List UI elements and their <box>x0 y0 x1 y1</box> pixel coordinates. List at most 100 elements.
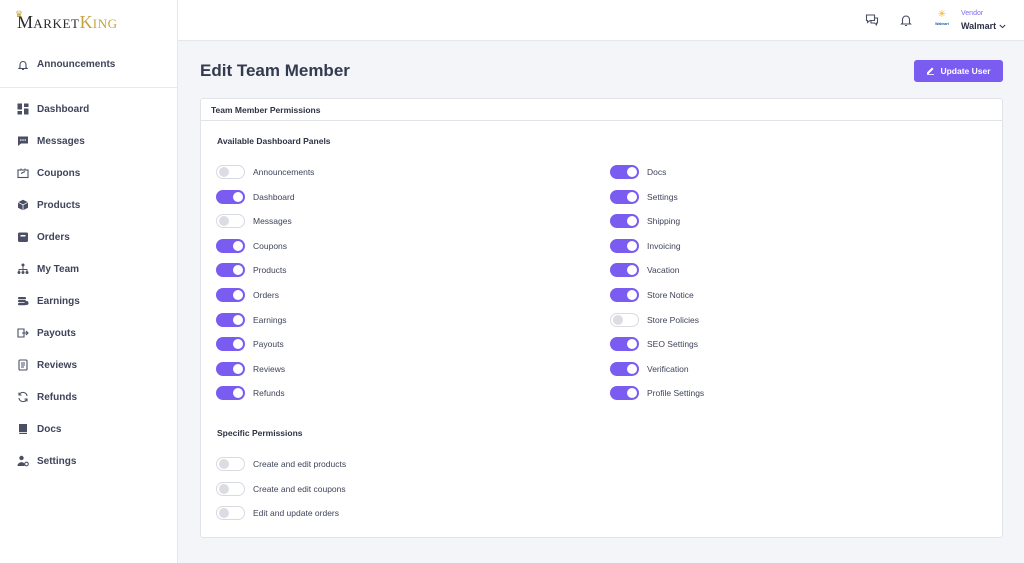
coupons-toggle[interactable] <box>216 238 245 253</box>
toggle-knob <box>219 167 229 177</box>
create-and-edit-coupons-toggle[interactable] <box>216 481 245 496</box>
panel-reviews[interactable]: Reviews <box>216 361 285 376</box>
toggle-knob <box>233 191 243 202</box>
panel-shipping[interactable]: Shipping <box>610 214 680 229</box>
chevron-down-icon <box>999 21 1006 31</box>
earnings-toggle[interactable] <box>216 312 245 327</box>
edit-and-update-orders-toggle[interactable] <box>216 506 245 521</box>
settings-toggle[interactable] <box>610 189 639 204</box>
earnings-label: Earnings <box>253 314 287 325</box>
top-bar: ✳ Walmart Vendor Walmart <box>178 0 1024 41</box>
coupons-label: Coupons <box>253 240 288 251</box>
panel-refunds[interactable]: Refunds <box>216 386 285 401</box>
panel-announcements[interactable]: Announcements <box>216 165 314 179</box>
invoicing-toggle[interactable] <box>610 238 639 253</box>
bell-icon[interactable] <box>899 13 913 27</box>
toggle-knob <box>627 265 637 276</box>
toggle-knob <box>233 314 243 325</box>
payouts-toggle[interactable] <box>216 337 245 352</box>
sidebar-item-dashboard[interactable]: Dashboard <box>0 93 177 125</box>
toggle-knob <box>233 363 243 374</box>
panel-verification[interactable]: Verification <box>610 361 689 376</box>
panel-orders[interactable]: Orders <box>216 288 279 302</box>
panel-coupons[interactable]: Coupons <box>216 238 288 253</box>
shipping-toggle[interactable] <box>610 214 639 229</box>
permissions-card: Team Member Permissions Available Dashbo… <box>200 98 1003 538</box>
seo-settings-label: SEO Settings <box>647 339 699 350</box>
sidebar-item-messages[interactable]: Messages <box>0 125 177 157</box>
edit-and-update-orders-label: Edit and update orders <box>253 508 340 519</box>
messages-toggle[interactable] <box>216 214 245 229</box>
payouts-label: Payouts <box>253 339 284 350</box>
sidebar-item-payouts[interactable]: Payouts <box>0 317 177 349</box>
toggle-knob <box>233 290 243 300</box>
store-policies-label: Store Policies <box>647 314 699 325</box>
chat-icon <box>16 135 29 148</box>
vendor-name: Walmart <box>961 21 997 31</box>
announcements-toggle[interactable] <box>216 165 245 179</box>
toggle-knob <box>627 216 637 227</box>
user-gear-icon <box>16 455 29 468</box>
store-notice-toggle[interactable] <box>610 288 639 302</box>
seo-settings-toggle[interactable] <box>610 337 639 352</box>
panel-dashboard[interactable]: Dashboard <box>216 189 295 204</box>
toggle-knob <box>627 363 637 374</box>
toggle-knob <box>219 483 229 494</box>
update-user-button[interactable]: Update User <box>914 60 1003 82</box>
specific-section-title: Specific Permissions <box>217 428 303 438</box>
permission-create-and-edit-coupons[interactable]: Create and edit coupons <box>216 481 346 496</box>
sidebar-item-refunds[interactable]: Refunds <box>0 381 177 413</box>
store-policies-toggle[interactable] <box>610 312 639 327</box>
products-toggle[interactable] <box>216 263 245 278</box>
chat-bubbles-icon[interactable] <box>865 13 879 27</box>
panel-docs[interactable]: Docs <box>610 165 666 179</box>
vacation-toggle[interactable] <box>610 263 639 278</box>
panel-vacation[interactable]: Vacation <box>610 263 679 278</box>
panel-settings[interactable]: Settings <box>610 189 678 204</box>
verification-toggle[interactable] <box>610 361 639 376</box>
dashboard-toggle[interactable] <box>216 189 245 204</box>
panel-seo-settings[interactable]: SEO Settings <box>610 337 699 352</box>
panel-payouts[interactable]: Payouts <box>216 337 284 352</box>
sidebar-item-settings[interactable]: Settings <box>0 445 177 477</box>
toggle-knob <box>627 290 637 300</box>
update-user-label: Update User <box>940 66 991 76</box>
panel-profile-settings[interactable]: Profile Settings <box>610 386 704 401</box>
sidebar-item-orders[interactable]: Orders <box>0 221 177 253</box>
toggle-knob <box>627 191 637 202</box>
bell-icon <box>16 58 29 71</box>
refunds-toggle[interactable] <box>216 386 245 401</box>
toggle-knob <box>233 388 243 399</box>
toggle-knob <box>219 216 229 227</box>
reviews-toggle[interactable] <box>216 361 245 376</box>
vendor-avatar[interactable]: ✳ Walmart <box>933 10 951 30</box>
vendor-menu[interactable]: Walmart <box>961 21 1006 31</box>
sidebar-item-announcements[interactable]: Announcements <box>0 42 177 88</box>
sidebar-item-coupons[interactable]: Coupons <box>0 157 177 189</box>
panels-section-title: Available Dashboard Panels <box>217 136 331 146</box>
sidebar-item-products[interactable]: Products <box>0 189 177 221</box>
permission-create-and-edit-products[interactable]: Create and edit products <box>216 457 346 471</box>
store-notice-label: Store Notice <box>647 290 694 300</box>
docs-label: Docs <box>647 167 667 177</box>
sidebar: ♛ MARKETKING Announcements Dashboard Mes… <box>0 0 178 563</box>
sidebar-item-earnings[interactable]: Earnings <box>0 285 177 317</box>
panel-products[interactable]: Products <box>216 263 287 278</box>
toggle-knob <box>219 459 229 469</box>
create-and-edit-products-toggle[interactable] <box>216 457 245 471</box>
brand-logo[interactable]: ♛ MARKETKING <box>0 0 177 42</box>
panel-messages[interactable]: Messages <box>216 214 292 229</box>
orders-toggle[interactable] <box>216 288 245 302</box>
team-icon <box>16 263 29 276</box>
permission-edit-and-update-orders[interactable]: Edit and update orders <box>216 506 340 521</box>
docs-toggle[interactable] <box>610 165 639 179</box>
panel-store-policies[interactable]: Store Policies <box>610 312 699 327</box>
messages-label: Messages <box>253 216 292 227</box>
panel-invoicing[interactable]: Invoicing <box>610 238 681 253</box>
panel-store-notice[interactable]: Store Notice <box>610 288 694 302</box>
panel-earnings[interactable]: Earnings <box>216 312 287 327</box>
sidebar-item-my-team[interactable]: My Team <box>0 253 177 285</box>
sidebar-item-reviews[interactable]: Reviews <box>0 349 177 381</box>
sidebar-item-docs[interactable]: Docs <box>0 413 177 445</box>
profile-settings-toggle[interactable] <box>610 386 639 401</box>
